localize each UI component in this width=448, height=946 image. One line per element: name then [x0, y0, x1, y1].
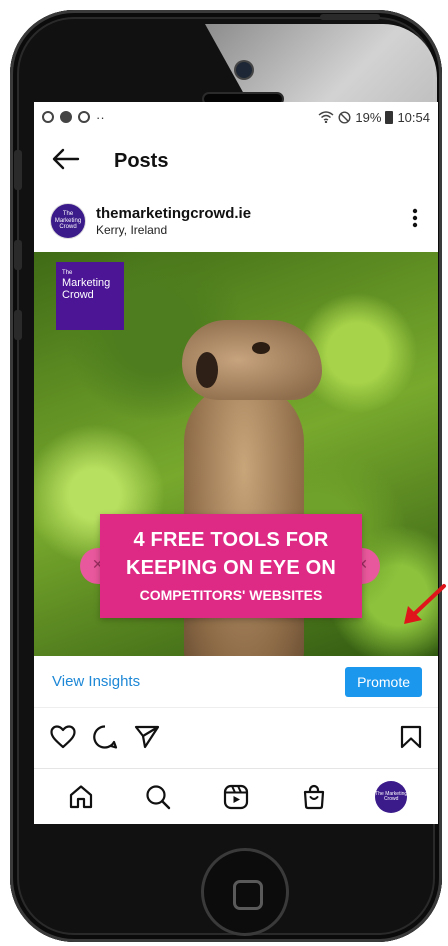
post-username[interactable]: themarketingcrowd.ie [96, 205, 408, 222]
like-heart-icon[interactable] [50, 725, 92, 749]
promo-headline-line3: COMPETITORS' WEBSITES [139, 587, 323, 603]
meerkat-eye [252, 342, 270, 354]
tab-profile-avatar: The Marketing Crowd [375, 780, 408, 813]
post-actions [34, 708, 438, 766]
tab-shop-icon[interactable] [294, 777, 334, 817]
messenger-notification-icon [60, 111, 72, 123]
more-notifications-indicator: ·· [96, 109, 105, 125]
app-screen: ·· 19% 10:54 Posts The Marketing Crowd t… [34, 102, 438, 824]
pinterest-notification-icon [78, 111, 90, 123]
status-right-icons: 19% 10:54 [318, 110, 430, 125]
power-button [320, 14, 380, 20]
promo-headline-line2: KEEPING ON EYE ON [125, 557, 337, 579]
brand-logo-name: Marketing Crowd [62, 277, 111, 301]
promote-button[interactable]: Promote [345, 666, 422, 697]
more-options-icon[interactable] [408, 208, 422, 234]
tab-profile[interactable]: The Marketing Crowd [371, 777, 411, 817]
whatsapp-notification-icon [42, 111, 54, 123]
view-insights-link[interactable]: View Insights [52, 673, 140, 690]
meerkat-ear [196, 352, 218, 388]
volume-down-button [14, 310, 22, 340]
battery-icon [385, 110, 394, 124]
post-header: The Marketing Crowd themarketingcrowd.ie… [34, 190, 438, 252]
wifi-icon [318, 111, 334, 123]
avatar-label: The Marketing Crowd [54, 211, 82, 231]
clock: 10:54 [397, 109, 430, 125]
page-title: Posts [114, 149, 169, 172]
brand-logo-badge: The Marketing Crowd [56, 262, 124, 330]
post-meta: themarketingcrowd.ie Kerry, Ireland [96, 205, 408, 237]
do-not-disturb-icon [338, 110, 351, 124]
post-image[interactable]: The Marketing Crowd ✕ ✕ 4 FREE TOOLS FOR… [34, 252, 438, 656]
profile-avatar[interactable]: The Marketing Crowd [50, 203, 86, 239]
volume-up-button [14, 240, 22, 270]
front-camera [236, 62, 252, 78]
promo-headline-line1: 4 FREE TOOLS FOR [133, 529, 329, 551]
promo-banner: ✕ ✕ 4 FREE TOOLS FOR KEEPING ON EYE ON C… [80, 514, 380, 618]
share-send-icon[interactable] [134, 725, 176, 749]
tab-home-icon[interactable] [61, 777, 101, 817]
mute-switch [14, 150, 22, 190]
brand-logo-small: The [62, 270, 73, 276]
comment-icon[interactable] [92, 724, 134, 750]
tab-reels-icon[interactable] [216, 777, 256, 817]
bookmark-icon[interactable] [400, 725, 422, 749]
home-button-square-icon [233, 880, 263, 910]
insights-row: View Insights Promote [34, 656, 438, 708]
promo-card: 4 FREE TOOLS FOR KEEPING ON EYE ON COMPE… [100, 514, 362, 618]
home-button[interactable] [201, 848, 289, 936]
top-header: Posts [34, 132, 438, 190]
bottom-tab-bar: The Marketing Crowd [34, 768, 438, 824]
tab-profile-avatar-label: The Marketing Crowd [375, 790, 408, 802]
battery-percent: 19% [355, 109, 382, 125]
back-arrow-icon[interactable] [52, 147, 102, 175]
status-bar: ·· 19% 10:54 [34, 102, 438, 132]
annotation-arrow-icon [404, 584, 446, 624]
status-left-icons: ·· [42, 110, 105, 125]
post-location[interactable]: Kerry, Ireland [96, 223, 408, 237]
tab-search-icon[interactable] [138, 777, 178, 817]
